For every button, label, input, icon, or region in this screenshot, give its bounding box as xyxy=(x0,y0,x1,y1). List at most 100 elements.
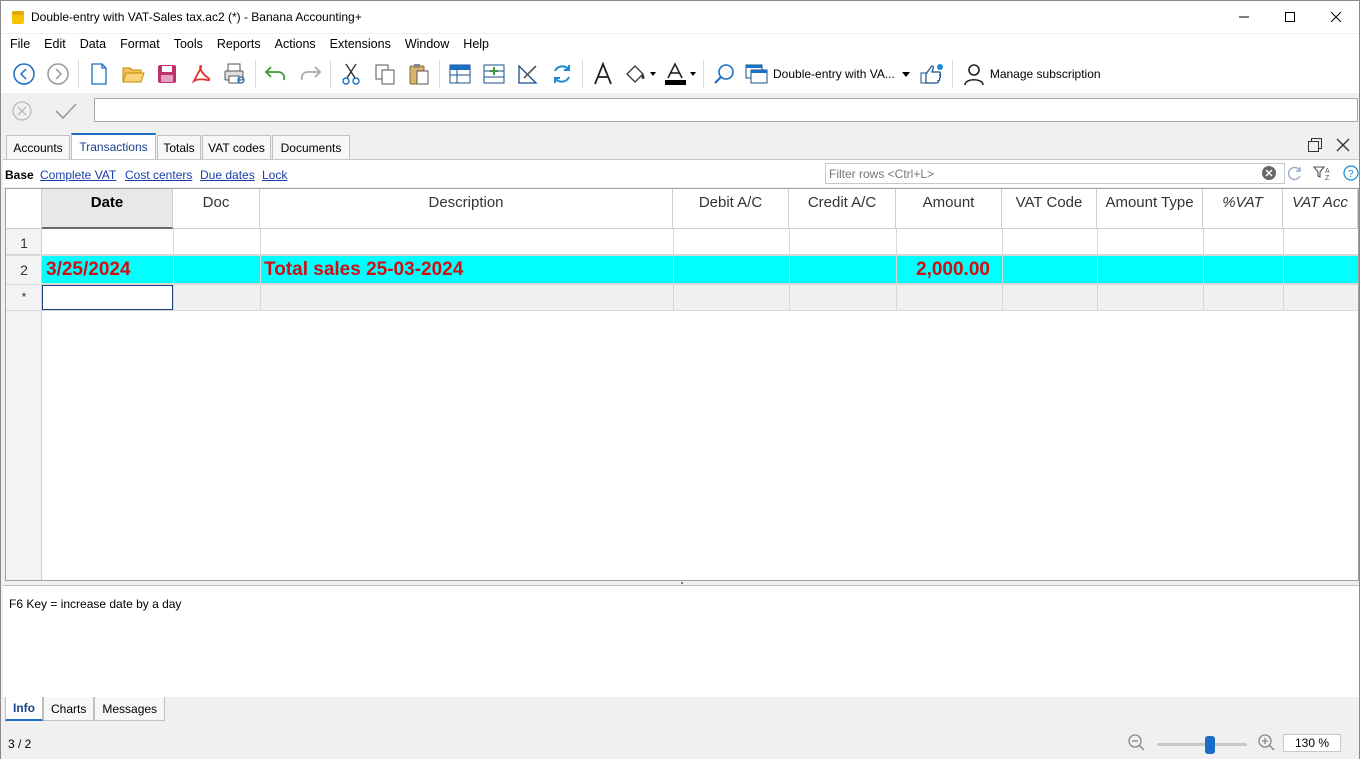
menu-help[interactable]: Help xyxy=(456,34,496,55)
back-button[interactable] xyxy=(7,58,41,90)
view-due-dates[interactable]: Due dates xyxy=(200,168,255,182)
column-setup-button[interactable] xyxy=(511,58,545,90)
filter-rows-input[interactable] xyxy=(826,164,1246,183)
selected-cell[interactable] xyxy=(42,285,173,310)
paste-clipboard-icon xyxy=(409,64,429,85)
view-cost-centers[interactable]: Cost centers xyxy=(125,168,192,182)
svg-text:Z: Z xyxy=(1325,175,1330,181)
toolbar-separator xyxy=(78,60,79,88)
table-row-new[interactable] xyxy=(42,285,1358,311)
column-header-amount[interactable]: Amount xyxy=(896,189,1002,229)
menu-tools[interactable]: Tools xyxy=(167,34,210,55)
print-button[interactable] xyxy=(218,58,252,90)
menu-extensions[interactable]: Extensions xyxy=(323,34,398,55)
redo-button[interactable] xyxy=(293,58,327,90)
column-header-amount-type[interactable]: Amount Type xyxy=(1097,189,1203,229)
menu-actions[interactable]: Actions xyxy=(268,34,323,55)
tab-accounts[interactable]: Accounts xyxy=(6,135,70,159)
gutter-header xyxy=(6,189,42,229)
help-icon[interactable]: ? xyxy=(1343,165,1359,181)
cancel-edit-icon[interactable] xyxy=(11,100,33,122)
new-file-button[interactable] xyxy=(82,58,116,90)
copy-button[interactable] xyxy=(368,58,402,90)
menu-file[interactable]: File xyxy=(3,34,37,55)
column-header-vat-code[interactable]: VAT Code xyxy=(1002,189,1097,229)
view-base[interactable]: Base xyxy=(5,168,34,182)
maximize-icon xyxy=(1285,12,1295,22)
fill-color-button[interactable] xyxy=(620,58,660,90)
copy-icon xyxy=(375,64,395,85)
column-header-debit[interactable]: Debit A/C xyxy=(673,189,789,229)
save-disk-icon xyxy=(158,65,176,83)
info-message: F6 Key = increase date by a day xyxy=(9,597,182,611)
close-button[interactable] xyxy=(1313,1,1359,33)
new-file-icon xyxy=(91,63,107,85)
redo-icon xyxy=(300,66,322,81)
window-controls xyxy=(1221,1,1359,33)
restore-window-icon[interactable] xyxy=(1307,137,1323,153)
column-header-credit[interactable]: Credit A/C xyxy=(789,189,896,229)
find-button[interactable] xyxy=(707,58,741,90)
menu-window[interactable]: Window xyxy=(398,34,456,55)
column-header-doc[interactable]: Doc xyxy=(173,189,260,229)
tab-vat-codes[interactable]: VAT codes xyxy=(202,135,271,159)
forward-button[interactable] xyxy=(41,58,75,90)
zoom-in-icon[interactable] xyxy=(1257,733,1277,753)
tab-documents[interactable]: Documents xyxy=(272,135,350,159)
table-row-highlighted[interactable] xyxy=(42,256,1358,284)
table-row[interactable] xyxy=(6,229,1358,255)
minimize-button[interactable] xyxy=(1221,1,1267,33)
confirm-edit-icon[interactable] xyxy=(53,100,79,122)
undo-button[interactable] xyxy=(259,58,293,90)
feedback-button[interactable] xyxy=(915,58,949,90)
back-arrow-icon xyxy=(13,63,35,85)
menu-data[interactable]: Data xyxy=(73,34,113,55)
insert-rows-button[interactable] xyxy=(477,58,511,90)
menu-format[interactable]: Format xyxy=(113,34,167,55)
save-button[interactable] xyxy=(150,58,184,90)
refresh-filter-icon[interactable] xyxy=(1287,165,1303,181)
status-bar: 3 / 2 130 % xyxy=(1,729,1359,759)
open-file-button[interactable] xyxy=(116,58,150,90)
cell-edit-input[interactable] xyxy=(94,98,1358,122)
minimize-icon xyxy=(1239,16,1249,18)
zoom-out-icon[interactable] xyxy=(1127,733,1147,753)
add-row-button[interactable] xyxy=(443,58,477,90)
recalculate-button[interactable] xyxy=(545,58,579,90)
manage-subscription-button[interactable]: Manage subscription xyxy=(962,62,1101,86)
zoom-slider-thumb[interactable] xyxy=(1205,736,1215,754)
cell-description[interactable]: Total sales 25-03-2024 xyxy=(264,259,463,281)
text-color-button[interactable] xyxy=(660,58,700,90)
menu-reports[interactable]: Reports xyxy=(210,34,268,55)
view-complete-vat[interactable]: Complete VAT xyxy=(40,168,116,182)
clear-filter-icon[interactable] xyxy=(1261,165,1277,181)
column-header-vat-account[interactable]: VAT Acc xyxy=(1283,189,1358,229)
tab-totals[interactable]: Totals xyxy=(157,135,201,159)
font-letter-icon xyxy=(594,62,612,85)
tab-transactions[interactable]: Transactions xyxy=(71,133,156,159)
export-pdf-button[interactable] xyxy=(184,58,218,90)
sort-filter-icon[interactable]: AZ xyxy=(1313,165,1333,181)
transactions-table: Date Doc Description Debit A/C Credit A/… xyxy=(5,188,1359,581)
cell-amount[interactable]: 2,000.00 xyxy=(916,259,990,281)
font-button[interactable] xyxy=(586,58,620,90)
tab-info[interactable]: Info xyxy=(5,697,43,721)
cut-button[interactable] xyxy=(334,58,368,90)
menu-edit[interactable]: Edit xyxy=(37,34,73,55)
paste-button[interactable] xyxy=(402,58,436,90)
tab-messages[interactable]: Messages xyxy=(94,697,166,721)
zoom-level[interactable]: 130 % xyxy=(1283,734,1341,752)
column-header-date[interactable]: Date xyxy=(42,189,173,229)
maximize-button[interactable] xyxy=(1267,1,1313,33)
column-header-vat-percent[interactable]: %VAT xyxy=(1203,189,1283,229)
close-table-icon[interactable] xyxy=(1335,137,1351,153)
cell-date[interactable]: 3/25/2024 xyxy=(46,259,131,281)
column-header-description[interactable]: Description xyxy=(260,189,673,229)
tab-charts[interactable]: Charts xyxy=(43,697,95,721)
filter-rows-field[interactable] xyxy=(825,163,1285,184)
view-lock[interactable]: Lock xyxy=(262,168,287,182)
file-selector-label: Double-entry with VA... xyxy=(773,67,895,81)
toolbar-separator xyxy=(439,60,440,88)
open-file-selector[interactable]: Double-entry with VA... xyxy=(741,59,915,89)
zoom-slider[interactable] xyxy=(1157,733,1247,754)
